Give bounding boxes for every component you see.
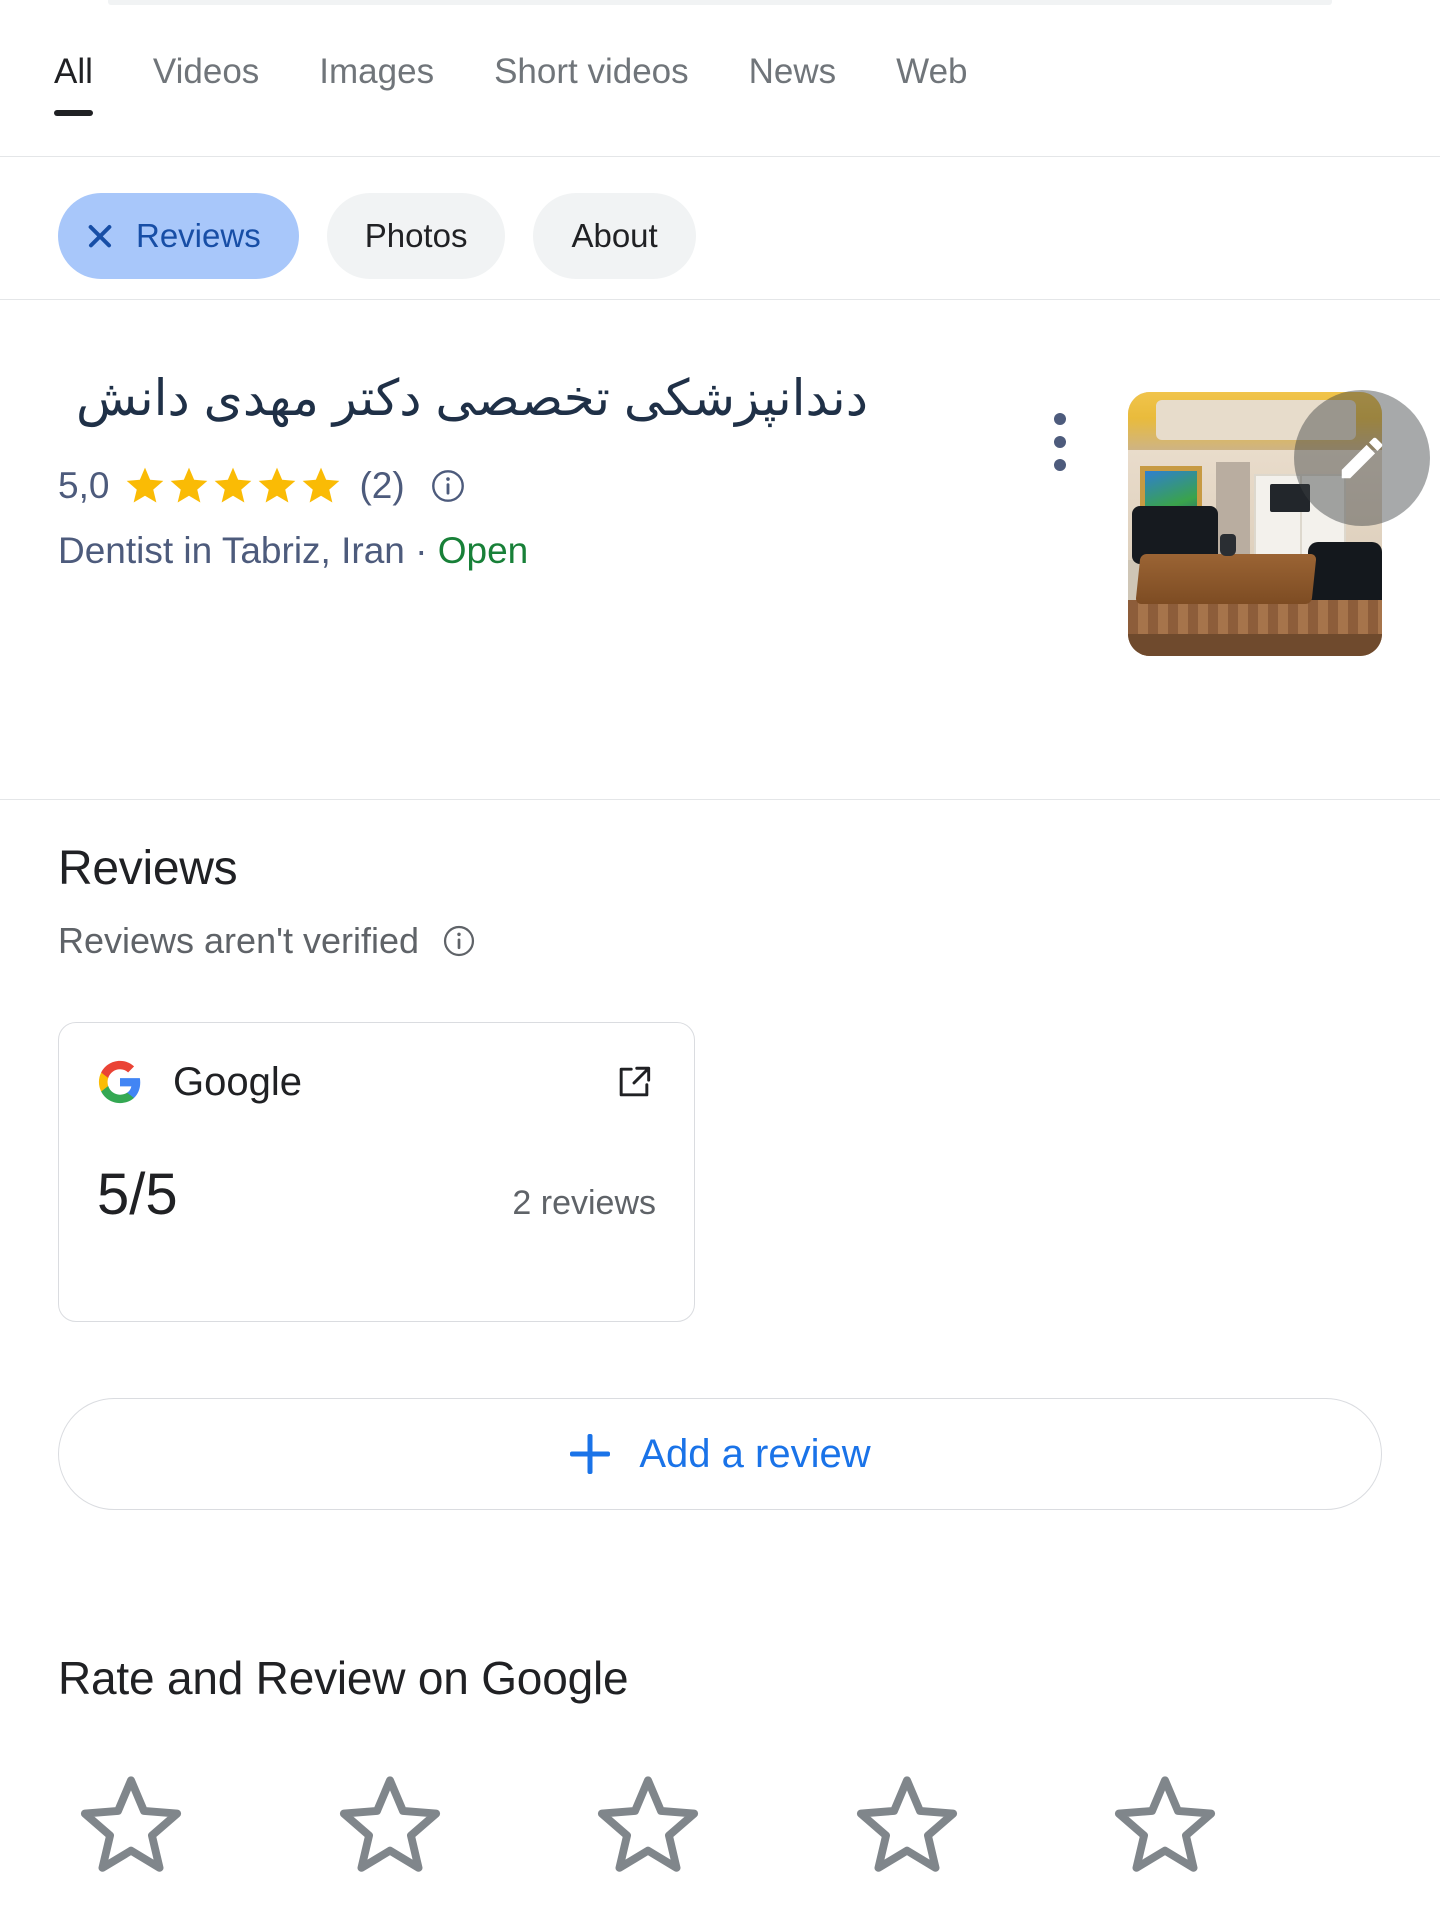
chip-about-label: About (571, 216, 658, 254)
review-source-score: 5/5 (97, 1162, 178, 1227)
chip-reviews-label: Reviews (136, 216, 261, 254)
business-meta: Dentist in Tabriz, Iran · Open (58, 530, 888, 572)
tab-short-videos-label: Short videos (494, 52, 689, 91)
star-outline-icon-1[interactable] (68, 1762, 194, 1888)
tab-images-label: Images (319, 52, 435, 91)
business-header: دندانپزشکی تخصصی دکتر مهدی دانش 5,0 (2) (0, 300, 1440, 800)
review-source-stats: 5/5 2 reviews (97, 1163, 656, 1227)
tab-images[interactable]: Images (319, 28, 434, 94)
star-outline-icon-3[interactable] (585, 1762, 711, 1888)
tab-web-label: Web (896, 52, 968, 91)
pencil-edit-icon[interactable] (1294, 390, 1430, 526)
reviews-disclaimer: Reviews aren't verified (58, 920, 420, 961)
chip-reviews[interactable]: Reviews (58, 192, 299, 279)
business-rating-row: 5,0 (2) (58, 464, 888, 508)
business-category: Dentist in Tabriz, Iran (58, 530, 405, 571)
review-source-header: Google (97, 1059, 656, 1105)
business-info: دندانپزشکی تخصصی دکتر مهدی دانش 5,0 (2) (58, 356, 888, 572)
review-source-brand: Google (97, 1059, 302, 1105)
rating-stars (123, 464, 343, 508)
business-status: Open (437, 530, 529, 571)
chip-photos[interactable]: Photos (326, 192, 506, 279)
star-outline-icon-5[interactable] (1102, 1762, 1228, 1888)
chip-photos-label: Photos (364, 216, 468, 254)
rating-value: 5,0 (58, 465, 110, 506)
review-source-name: Google (173, 1059, 302, 1104)
close-icon[interactable] (84, 220, 116, 252)
chip-about[interactable]: About (533, 192, 696, 279)
google-g-icon (97, 1059, 143, 1105)
filter-chip-row: Reviews Photos About (0, 172, 1440, 300)
rate-star-picker (68, 1762, 1228, 1888)
business-title: دندانپزشکی تخصصی دکتر مهدی دانش (75, 370, 868, 426)
star-outline-icon-4[interactable] (844, 1762, 970, 1888)
add-a-review-button[interactable]: Add a review (58, 1398, 1382, 1510)
add-a-review-label: Add a review (639, 1431, 871, 1476)
review-source-count: 2 reviews (512, 1184, 656, 1222)
tab-videos[interactable]: Videos (153, 28, 259, 94)
review-source-card-google[interactable]: Google 5/5 2 reviews (58, 1022, 695, 1322)
info-icon[interactable] (441, 923, 477, 959)
star-outline-icon-2[interactable] (327, 1762, 453, 1888)
reviews-disclaimer-row: Reviews aren't verified (58, 920, 1382, 962)
scroll-sliver (108, 0, 1332, 5)
meta-separator: · (404, 530, 438, 571)
search-vertical-tabs: All Videos Images Short videos News Web (0, 28, 1440, 157)
plus-icon (569, 1433, 611, 1475)
tab-active-underline (54, 110, 93, 116)
reviews-heading: Reviews (58, 842, 238, 895)
search-results-page: All Videos Images Short videos News Web … (0, 0, 1440, 1919)
rate-and-review-section: Rate and Review on Google (0, 1650, 1440, 1888)
info-icon[interactable] (429, 467, 467, 505)
business-photo-wrap (1128, 390, 1430, 656)
tab-all-label: All (54, 52, 93, 91)
tab-all[interactable]: All (54, 28, 93, 116)
more-vert-icon[interactable] (1032, 402, 1088, 482)
tab-news-label: News (748, 52, 837, 91)
rating-count: (2) (359, 465, 405, 506)
tab-short-videos[interactable]: Short videos (494, 28, 689, 94)
tab-news[interactable]: News (749, 28, 837, 94)
tab-videos-label: Videos (152, 52, 260, 91)
reviews-section: Reviews Reviews aren't verified Google 5… (0, 840, 1440, 1510)
business-actions (1032, 356, 1430, 656)
rate-and-review-heading: Rate and Review on Google (58, 1652, 629, 1704)
tab-web[interactable]: Web (896, 28, 967, 94)
open-in-new-icon[interactable] (612, 1060, 656, 1104)
